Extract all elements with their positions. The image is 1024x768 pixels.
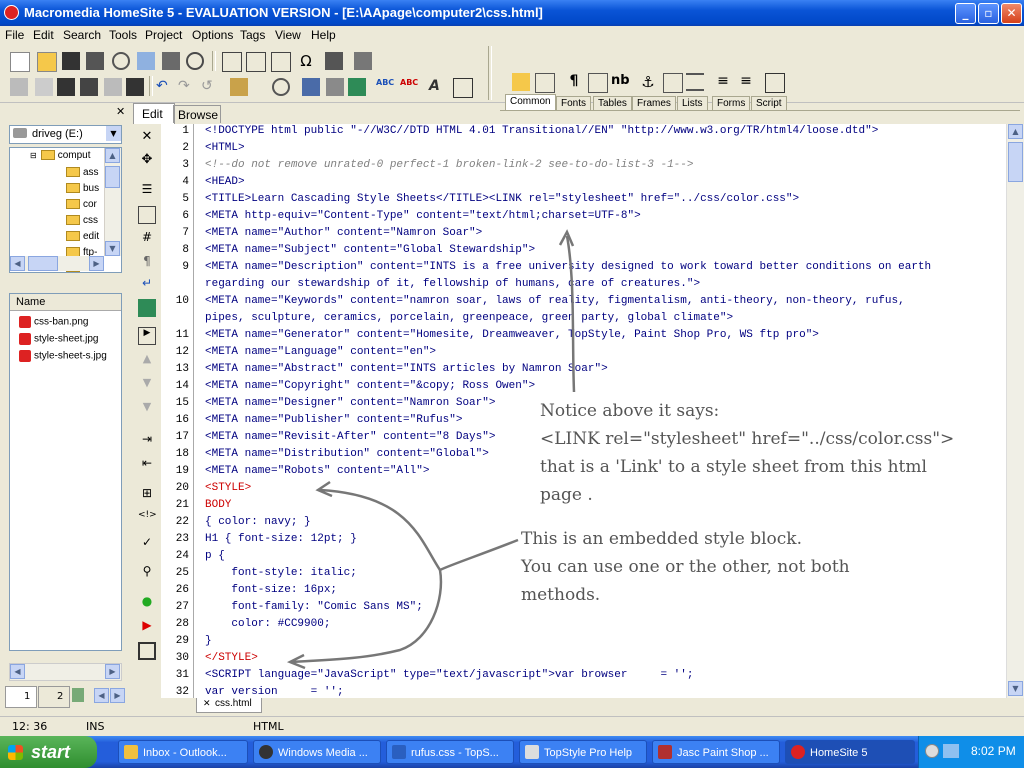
- paint-shop-icon: [658, 745, 672, 759]
- task-paint-shop[interactable]: Jasc Paint Shop ...: [652, 740, 780, 764]
- document-type: HTML: [253, 720, 284, 733]
- task-homesite[interactable]: HomeSite 5: [785, 740, 915, 764]
- arrow-head-style-open: [315, 480, 333, 498]
- help-icon: [525, 745, 539, 759]
- clock[interactable]: 8:02 PM: [971, 744, 1016, 758]
- task-windows-media[interactable]: Windows Media ...: [253, 740, 381, 764]
- network-icon[interactable]: [943, 744, 959, 758]
- windows-logo-icon: [8, 745, 23, 760]
- media-player-icon: [259, 745, 273, 759]
- task-topstyle-help[interactable]: TopStyle Pro Help: [519, 740, 647, 764]
- cursor-position: 12: 36: [12, 720, 48, 733]
- arrow-to-style-open: [319, 488, 519, 572]
- task-outlook[interactable]: Inbox - Outlook...: [118, 740, 248, 764]
- outlook-icon: [124, 745, 138, 759]
- arrow-to-style-close: [291, 569, 443, 664]
- taskbar: start Inbox - Outlook... Windows Media .…: [0, 736, 1024, 768]
- annotation-arrows: [286, 229, 576, 670]
- homesite-icon: [791, 745, 805, 759]
- arrow-to-link: [565, 235, 576, 393]
- task-topstyle[interactable]: rufus.css - TopS...: [386, 740, 514, 764]
- system-tray: 8:02 PM: [918, 736, 1024, 768]
- insert-mode: INS: [86, 720, 105, 733]
- tray-expand-icon[interactable]: [925, 744, 939, 758]
- start-button[interactable]: start: [0, 736, 97, 768]
- status-bar: 12: 36 INS HTML: [0, 716, 1024, 737]
- topstyle-icon: [392, 745, 406, 759]
